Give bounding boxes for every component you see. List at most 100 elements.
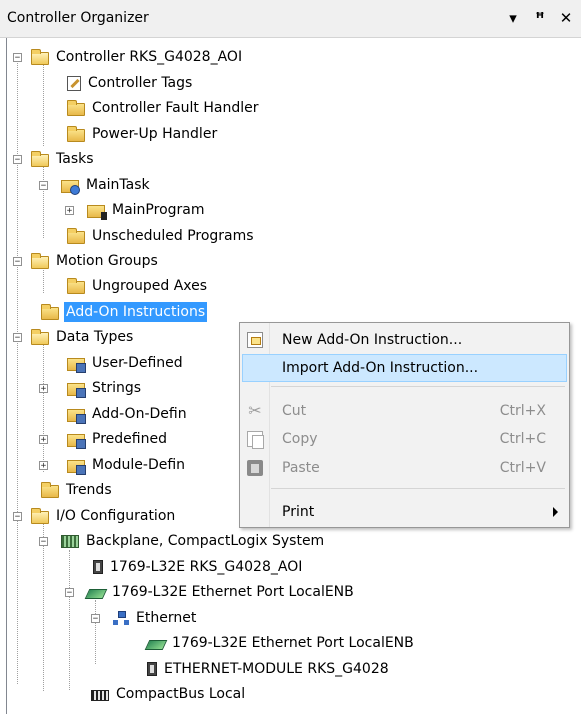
submenu-arrow-icon — [553, 507, 558, 517]
folder-icon — [41, 481, 59, 498]
tree-node-predefined[interactable]: + Predefined — [39, 428, 169, 450]
expand-toggle[interactable]: + — [39, 435, 48, 445]
node-label: Ethernet — [136, 610, 197, 626]
folder-open-icon — [31, 328, 49, 345]
network-icon — [113, 611, 129, 625]
tree-node-l32e-controller[interactable]: 1769-L32E RKS_G4028_AOI — [93, 556, 304, 578]
node-label: I/O Configuration — [56, 508, 176, 524]
data-type-icon — [67, 433, 86, 449]
node-label: MainProgram — [112, 202, 205, 218]
menu-item-label: Print — [282, 504, 315, 520]
tree-node-ethernet-module[interactable]: ETHERNET-MODULE RKS_G4028 — [147, 658, 391, 680]
folder-icon — [67, 277, 85, 294]
folder-open-icon — [31, 507, 49, 524]
task-icon — [61, 179, 80, 195]
paste-icon — [247, 460, 263, 476]
tree-connector — [69, 550, 70, 690]
menu-item-new-aoi[interactable]: New Add-On Instruction... — [242, 326, 567, 354]
node-label: 1769-L32E Ethernet Port LocalENB — [112, 584, 354, 600]
collapse-toggle[interactable]: − — [13, 53, 22, 63]
menu-item-cut[interactable]: ✂ Cut Ctrl+X — [242, 397, 567, 425]
tree-node-add-on-defined[interactable]: Add-On-Defin — [67, 403, 189, 425]
pin-icon[interactable]: ꟸ — [530, 8, 550, 28]
node-label: Module-Defin — [92, 457, 186, 473]
menu-item-paste[interactable]: Paste Ctrl+V — [242, 454, 567, 482]
collapse-toggle[interactable]: − — [13, 512, 22, 522]
tags-icon — [67, 75, 81, 91]
node-label: Trends — [66, 482, 112, 498]
collapse-toggle[interactable]: − — [91, 614, 100, 624]
menu-item-copy[interactable]: Copy Ctrl+C — [242, 425, 567, 453]
tree-node-controller-tags[interactable]: Controller Tags — [67, 72, 194, 94]
menu-item-label: Paste — [282, 460, 320, 476]
tree-node-user-defined[interactable]: User-Defined — [67, 352, 185, 374]
tree-node-unscheduled[interactable]: Unscheduled Programs — [67, 225, 256, 247]
menu-item-print[interactable]: Print — [242, 498, 567, 526]
node-label: Tasks — [56, 151, 94, 167]
menu-item-import-aoi[interactable]: Import Add-On Instruction... — [242, 354, 567, 382]
tree-node-data-types[interactable]: − Data Types — [7, 326, 135, 348]
ethernet-card-icon — [84, 588, 108, 599]
folder-open-icon — [31, 252, 49, 269]
controller-module-icon — [93, 560, 103, 574]
data-type-icon — [67, 408, 86, 424]
tree-node-ethernet-port[interactable]: − 1769-L32E Ethernet Port LocalENB — [65, 581, 356, 603]
menu-item-label: Import Add-On Instruction... — [282, 360, 479, 376]
tree-node-ungrouped-axes[interactable]: Ungrouped Axes — [67, 275, 209, 297]
scissors-icon: ✂ — [248, 401, 262, 420]
data-type-icon — [67, 382, 86, 398]
tree-node-controller[interactable]: − Controller RKS_G4028_AOI — [7, 46, 244, 68]
data-type-icon — [67, 357, 86, 373]
node-label: Backplane, CompactLogix System — [86, 533, 325, 549]
menu-shortcut: Ctrl+C — [499, 431, 546, 447]
expand-toggle[interactable]: + — [65, 206, 74, 216]
node-label: Ungrouped Axes — [92, 278, 208, 294]
menu-item-label: Copy — [282, 431, 318, 447]
collapse-toggle[interactable]: − — [13, 155, 22, 165]
close-icon[interactable]: ✕ — [556, 8, 576, 28]
tree-node-ethernet-port-local[interactable]: 1769-L32E Ethernet Port LocalENB — [144, 632, 416, 654]
menu-separator — [271, 386, 565, 387]
tree-node-main-program[interactable]: + MainProgram — [65, 199, 207, 221]
tree-node-module-defined[interactable]: + Module-Defin — [39, 454, 187, 476]
tree-node-fault-handler[interactable]: Controller Fault Handler — [67, 97, 261, 119]
folder-open-icon — [31, 150, 49, 167]
tree-connector — [43, 344, 44, 472]
collapse-toggle[interactable]: − — [39, 181, 48, 191]
node-label: ETHERNET-MODULE RKS_G4028 — [164, 661, 389, 677]
collapse-toggle[interactable]: − — [13, 257, 22, 267]
node-label: CompactBus Local — [116, 686, 246, 702]
tree-node-add-on-instructions[interactable]: Add-On Instructions — [41, 301, 209, 323]
panel-title-bar: Controller Organizer ▾ ꟸ ✕ — [0, 0, 581, 38]
collapse-toggle[interactable]: − — [39, 537, 48, 547]
dropdown-menu-icon[interactable]: ▾ — [503, 8, 523, 28]
tree-node-main-task[interactable]: − MainTask — [39, 174, 152, 196]
expand-toggle[interactable]: + — [39, 384, 48, 394]
tree-node-trends[interactable]: Trends — [41, 479, 114, 501]
node-label: Data Types — [56, 329, 134, 345]
tree-node-compactbus[interactable]: CompactBus Local — [91, 683, 247, 705]
expand-toggle[interactable]: + — [39, 461, 48, 471]
bus-icon — [91, 689, 109, 701]
folder-icon — [67, 125, 85, 142]
tree-node-tasks[interactable]: − Tasks — [7, 148, 96, 170]
tree-node-io-configuration[interactable]: − I/O Configuration — [7, 505, 177, 527]
node-label: 1769-L32E Ethernet Port LocalENB — [172, 635, 414, 651]
context-menu: New Add-On Instruction... Import Add-On … — [239, 322, 570, 528]
tree-node-motion-groups[interactable]: − Motion Groups — [7, 250, 160, 272]
tree-connector — [43, 61, 44, 146]
tree-node-strings[interactable]: + Strings — [39, 377, 143, 399]
node-label: 1769-L32E RKS_G4028_AOI — [110, 559, 303, 575]
collapse-toggle[interactable]: − — [65, 588, 74, 598]
node-label: Power-Up Handler — [92, 126, 218, 142]
folder-icon — [41, 303, 59, 320]
module-icon — [147, 662, 157, 676]
backplane-rack-icon — [61, 535, 79, 548]
menu-separator — [271, 488, 565, 489]
tree-node-powerup-handler[interactable]: Power-Up Handler — [67, 123, 219, 145]
tree-node-ethernet[interactable]: − Ethernet — [91, 607, 198, 629]
collapse-toggle[interactable]: − — [13, 333, 22, 343]
tree-node-backplane[interactable]: − Backplane, CompactLogix System — [39, 530, 326, 552]
folder-icon — [67, 99, 85, 116]
node-label: Unscheduled Programs — [92, 228, 254, 244]
